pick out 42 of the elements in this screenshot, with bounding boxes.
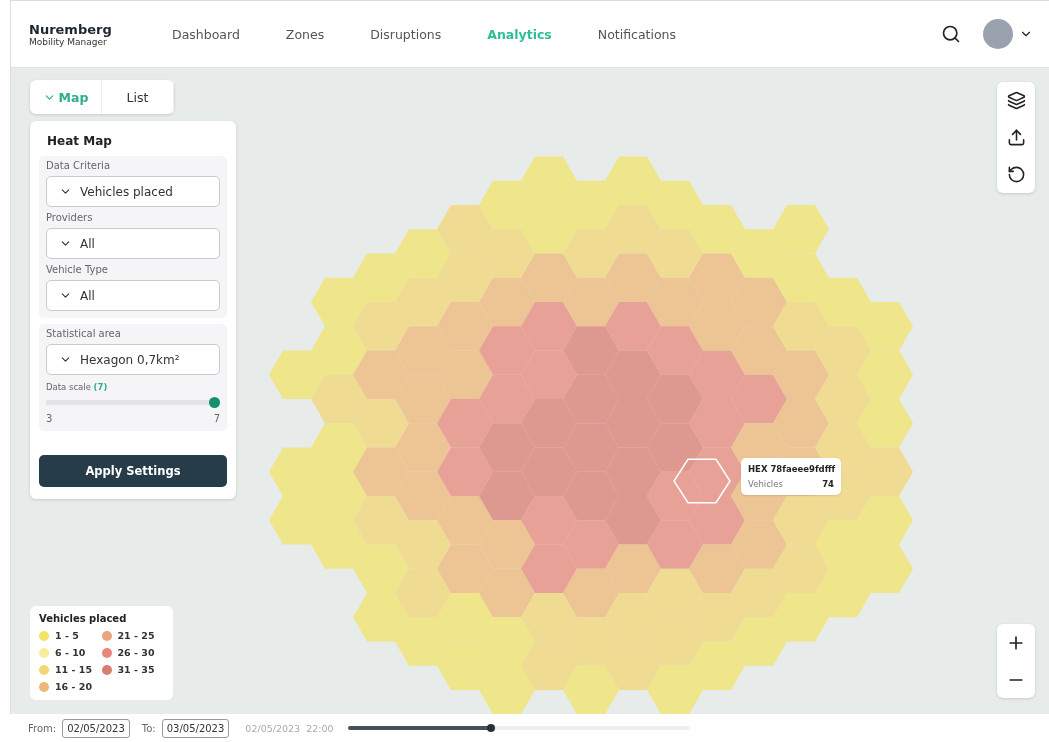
legend-label: 6 - 10 <box>55 647 86 658</box>
nav-link[interactable]: Disruptions <box>347 26 465 42</box>
tooltip-value: 74 <box>822 479 834 489</box>
dropdown[interactable]: All <box>46 228 220 259</box>
search-icon[interactable] <box>941 24 961 44</box>
slider-thumb[interactable] <box>209 397 220 408</box>
legend-label: 21 - 25 <box>117 630 155 641</box>
nav-link[interactable]: Dashboard <box>149 26 263 42</box>
timeline-slider[interactable] <box>347 726 690 730</box>
dropdown[interactable]: Vehicles placed <box>46 176 220 207</box>
nav-link[interactable]: Notifications <box>574 26 700 42</box>
brand-title: Nuremberg <box>29 21 113 37</box>
avatar[interactable] <box>983 19 1013 49</box>
field-label: Data Criteria <box>46 160 112 171</box>
field-label: Statistical area <box>46 328 122 339</box>
from-date-field[interactable]: 02/05/2023 <box>62 718 130 738</box>
field-label: Providers <box>46 212 94 223</box>
field-label: Vehicle Type <box>46 264 109 275</box>
legend-label: 11 - 15 <box>55 664 92 675</box>
legend-label: 26 - 30 <box>117 647 155 658</box>
brand-subtitle: Mobility Manager <box>29 36 108 47</box>
legend-label: 31 - 35 <box>117 664 155 675</box>
scale-slider[interactable] <box>46 397 220 408</box>
tooltip-label: Vehicles <box>748 479 783 489</box>
legend-title: Vehicles placed <box>39 613 128 624</box>
apply-settings-button[interactable]: Apply Settings <box>39 455 227 487</box>
legend-label: 16 - 20 <box>55 681 92 692</box>
tooltip-title: HEX 78faeee9fdfff <box>748 464 834 474</box>
nav-link[interactable]: Zones <box>262 26 348 42</box>
current-time: 02/05/2023 22:00 <box>245 722 334 734</box>
to-label: To: <box>141 722 156 734</box>
scale-label: Data scale (7) <box>46 382 109 392</box>
scale-max: 7 <box>213 413 220 424</box>
to-date-field[interactable]: 03/05/2023 <box>161 718 230 738</box>
timeline-thumb[interactable] <box>487 724 496 732</box>
dropdown[interactable]: All <box>46 280 220 311</box>
view-tab[interactable]: List <box>102 80 174 114</box>
panel-title: Heat Map <box>46 133 113 150</box>
legend-label: 1 - 5 <box>55 630 79 641</box>
scale-min: 3 <box>46 413 53 424</box>
from-label: From: <box>28 722 57 734</box>
dropdown[interactable]: Hexagon 0,7km² <box>46 344 220 375</box>
